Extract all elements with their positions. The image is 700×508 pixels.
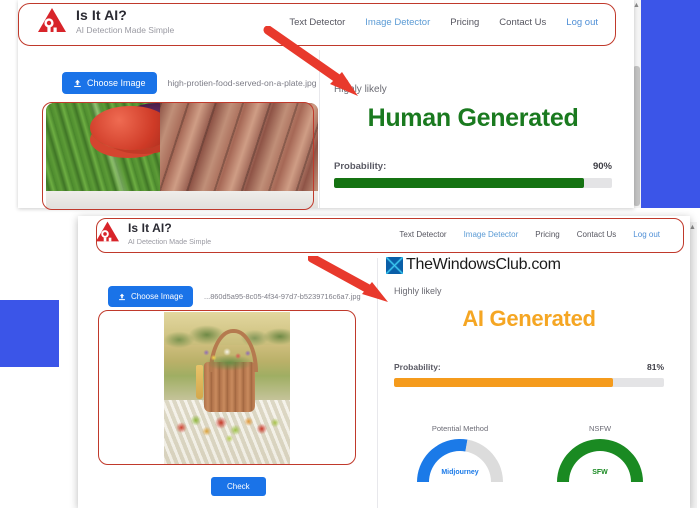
food-plate xyxy=(46,191,318,208)
verdict-two: AI Generated xyxy=(462,306,596,331)
nav-text-detector[interactable]: Text Detector xyxy=(289,17,345,28)
gauge-potential-method: Potential Method Midjourney xyxy=(390,424,530,482)
main-nav-one: Text Detector Image Detector Pricing Con… xyxy=(269,17,598,28)
gauge-title-method: Potential Method xyxy=(431,424,489,433)
app-tagline: AI Detection Made Simple xyxy=(76,25,175,35)
upload-arrow-icon-two xyxy=(119,293,125,300)
picnic-photo-inner xyxy=(164,312,290,464)
gauge-arc-nsfw xyxy=(557,439,643,482)
nav-contact-us-two[interactable]: Contact Us xyxy=(577,230,617,239)
choose-image-button-one[interactable]: Choose Image xyxy=(62,72,157,94)
window-human-generated-result: Is It AI? AI Detection Made Simple Text … xyxy=(18,0,634,208)
brand-block: Is It AI? AI Detection Made Simple xyxy=(36,6,174,39)
gauge-row: Potential Method Midjourney NSFW SFW xyxy=(390,424,670,482)
likelihood-label-one: Highly likely xyxy=(334,84,387,95)
app-header-one: Is It AI? AI Detection Made Simple Text … xyxy=(18,0,634,44)
pane-divider-two xyxy=(377,258,378,508)
probability-value-two: 81% xyxy=(646,362,664,372)
upload-arrow-icon xyxy=(74,79,81,87)
window-ai-generated-result: Is It AI? AI Detection Made Simple Text … xyxy=(78,216,690,508)
image-preview-one xyxy=(46,103,318,208)
probability-label-two: Probability: xyxy=(394,362,441,372)
picnic-fruits xyxy=(166,391,288,452)
selected-filename-two: ...860d5a95-8c05-4f34-97d7-b5239716c6a7.… xyxy=(204,292,361,301)
scroll-up-arrow-icon-two[interactable]: ▲ xyxy=(689,224,696,232)
scroll-up-arrow-icon[interactable]: ▲ xyxy=(633,2,640,10)
gauge-ring-method xyxy=(417,439,503,482)
background-blue-panel-right xyxy=(641,0,700,208)
gauge-arc-method xyxy=(417,439,503,482)
verdict-one: Human Generated xyxy=(367,104,579,132)
choose-image-button-two[interactable]: Choose Image xyxy=(108,286,194,307)
main-nav-two: Text Detector Image Detector Pricing Con… xyxy=(382,230,660,239)
check-button[interactable]: Check xyxy=(211,477,266,496)
background-blue-panel-left xyxy=(0,300,59,367)
probability-bar-fill-two xyxy=(394,378,613,387)
food-photo xyxy=(46,103,318,208)
upload-row-one: Choose Image high-protien-food-served-on… xyxy=(62,72,317,94)
nav-pricing[interactable]: Pricing xyxy=(450,17,479,28)
nav-image-detector[interactable]: Image Detector xyxy=(365,17,430,28)
result-panel-one: Highly likely Human Generated Probabilit… xyxy=(334,84,612,188)
nav-log-out[interactable]: Log out xyxy=(566,17,598,28)
gauge-nsfw: NSFW SFW xyxy=(530,424,670,482)
upload-row-two: Choose Image ...860d5a95-8c05-4f34-97d7-… xyxy=(108,286,361,307)
probability-bar-two xyxy=(394,378,664,387)
probability-label-one: Probability: xyxy=(334,161,387,172)
red-triangle-logo-icon-two xyxy=(94,220,121,248)
food-tomatoes xyxy=(89,106,172,151)
gauge-ring-nsfw xyxy=(557,439,643,482)
gauge-title-nsfw: NSFW xyxy=(588,424,612,433)
watermark: TheWindowsClub.com xyxy=(386,256,664,274)
windows-club-x-icon xyxy=(386,256,403,274)
nav-image-detector-two[interactable]: Image Detector xyxy=(464,230,519,239)
brand-block-two: Is It AI? AI Detection Made Simple xyxy=(94,220,211,248)
nav-pricing-two[interactable]: Pricing xyxy=(535,230,559,239)
probability-value-one: 90% xyxy=(592,161,612,172)
picnic-flowers xyxy=(199,339,260,373)
scrollbar-thumb-window-one[interactable] xyxy=(633,66,640,206)
pane-divider-one xyxy=(319,50,320,208)
image-preview-two xyxy=(99,312,355,464)
selected-filename-one: high-protien-food-served-on-a-plate.jpg xyxy=(167,78,317,88)
probability-bar-one xyxy=(334,178,612,188)
picnic-photo xyxy=(99,312,355,464)
app-header-two: Is It AI? AI Detection Made Simple Text … xyxy=(78,216,690,252)
probability-bar-fill-one xyxy=(334,178,585,188)
app-tagline-two: AI Detection Made Simple xyxy=(128,237,212,246)
choose-image-label-one: Choose Image xyxy=(87,78,146,88)
choose-image-label-two: Choose Image xyxy=(131,292,184,301)
red-triangle-logo-icon xyxy=(36,6,68,39)
nav-text-detector-two[interactable]: Text Detector xyxy=(399,230,446,239)
app-title: Is It AI? xyxy=(76,7,127,23)
app-title-two: Is It AI? xyxy=(128,221,172,235)
result-panel-two: TheWindowsClub.com Highly likely AI Gene… xyxy=(386,256,664,387)
watermark-text: TheWindowsClub.com xyxy=(406,256,561,273)
nav-log-out-two[interactable]: Log out xyxy=(633,230,660,239)
nav-contact-us[interactable]: Contact Us xyxy=(499,17,546,28)
likelihood-label-two: Highly likely xyxy=(394,286,442,296)
